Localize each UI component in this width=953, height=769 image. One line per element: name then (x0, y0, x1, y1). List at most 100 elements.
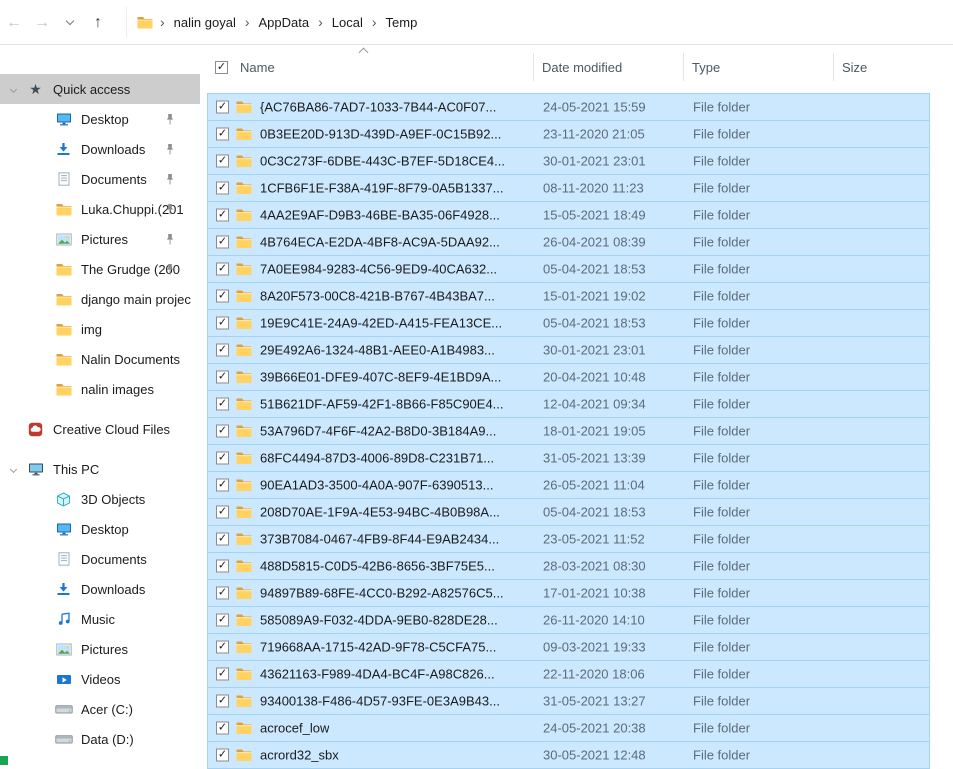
file-type: File folder (693, 289, 750, 304)
row-checkbox[interactable]: ✓ (216, 641, 229, 654)
folder-icon (236, 506, 252, 519)
column-divider[interactable] (533, 53, 534, 81)
row-checkbox[interactable]: ✓ (216, 695, 229, 708)
sidebar-item-desktop[interactable]: Desktop (0, 514, 200, 544)
sidebar-item-django-main-projec[interactable]: django main projec (0, 284, 200, 314)
sidebar-item-luka-chuppi-201[interactable]: Luka.Chuppi.(201 (0, 194, 200, 224)
breadcrumb-item-local[interactable]: Local (330, 15, 365, 30)
file-row[interactable]: ✓208D70AE-1F9A-4E53-94BC-4B0B98A...05-04… (207, 498, 930, 526)
file-row[interactable]: ✓39B66E01-DFE9-407C-8EF9-4E1BD9A...20-04… (207, 363, 930, 391)
sidebar-item-the-grudge-200[interactable]: The Grudge (200 (0, 254, 200, 284)
file-row[interactable]: ✓719668AA-1715-42AD-9F78-C5CFA75...09-03… (207, 633, 930, 661)
row-checkbox[interactable]: ✓ (216, 101, 229, 114)
chevron-down-icon[interactable] (10, 86, 17, 93)
breadcrumb-chevron-icon[interactable]: › (365, 14, 384, 30)
breadcrumb-item-temp[interactable]: Temp (384, 15, 420, 30)
pin-icon (160, 233, 179, 246)
file-row[interactable]: ✓1CFB6F1E-F38A-419F-8F79-0A5B1337...08-1… (207, 174, 930, 202)
breadcrumb-item-nalin-goyal[interactable]: nalin goyal (172, 15, 238, 30)
sidebar-item-nalin-images[interactable]: nalin images (0, 374, 200, 404)
file-row[interactable]: ✓4B764ECA-E2DA-4BF8-AC9A-5DAA92...26-04-… (207, 228, 930, 256)
row-checkbox[interactable]: ✓ (216, 236, 229, 249)
row-checkbox[interactable]: ✓ (216, 425, 229, 438)
row-checkbox[interactable]: ✓ (216, 668, 229, 681)
file-row[interactable]: ✓acrocef_low24-05-2021 20:38File folder (207, 714, 930, 742)
chevron-down-icon[interactable] (10, 466, 17, 473)
column-divider[interactable] (833, 53, 834, 81)
row-checkbox[interactable]: ✓ (216, 749, 229, 762)
folder-icon (236, 425, 252, 438)
row-checkbox[interactable]: ✓ (216, 533, 229, 546)
forward-icon[interactable]: → (28, 0, 56, 45)
file-row[interactable]: ✓68FC4494-87D3-4006-89D8-C231B71...31-05… (207, 444, 930, 472)
row-checkbox[interactable]: ✓ (216, 317, 229, 330)
file-row[interactable]: ✓4AA2E9AF-D9B3-46BE-BA35-06F4928...15-05… (207, 201, 930, 229)
row-checkbox[interactable]: ✓ (216, 209, 229, 222)
folder-icon (236, 722, 252, 735)
row-checkbox[interactable]: ✓ (216, 344, 229, 357)
breadcrumb-chevron-icon[interactable]: › (238, 14, 257, 30)
row-checkbox[interactable]: ✓ (216, 506, 229, 519)
row-checkbox[interactable]: ✓ (216, 263, 229, 276)
row-checkbox[interactable]: ✓ (216, 722, 229, 735)
file-row[interactable]: ✓0C3C273F-6DBE-443C-B7EF-5D18CE4...30-01… (207, 147, 930, 175)
row-checkbox[interactable]: ✓ (216, 614, 229, 627)
sidebar-item-quick-access[interactable]: ★ Quick access (0, 74, 200, 104)
row-checkbox[interactable]: ✓ (216, 371, 229, 384)
file-row[interactable]: ✓90EA1AD3-3500-4A0A-907F-6390513...26-05… (207, 471, 930, 499)
row-checkbox[interactable]: ✓ (216, 587, 229, 600)
file-row[interactable]: ✓488D5815-C0D5-42B6-8656-3BF75E5...28-03… (207, 552, 930, 580)
sidebar-item-data-d[interactable]: Data (D:) (0, 724, 200, 754)
sidebar-item-creative-cloud-files[interactable]: Creative Cloud Files (0, 414, 200, 444)
sidebar-item-documents[interactable]: Documents (0, 544, 200, 574)
sidebar-item-img[interactable]: img (0, 314, 200, 344)
column-header-size[interactable]: Size (842, 60, 867, 75)
address-bar[interactable]: ›nalin goyal›AppData›Local›Temp (126, 7, 419, 37)
column-header-name[interactable]: Name (240, 60, 275, 75)
file-row[interactable]: ✓51B621DF-AF59-42F1-8B66-F85C90E4...12-0… (207, 390, 930, 418)
file-row[interactable]: ✓585089A9-F032-4DDA-9EB0-828DE28...26-11… (207, 606, 930, 634)
row-checkbox[interactable]: ✓ (216, 452, 229, 465)
file-row[interactable]: ✓0B3EE20D-913D-439D-A9EF-0C15B92...23-11… (207, 120, 930, 148)
row-checkbox[interactable]: ✓ (216, 560, 229, 573)
row-checkbox[interactable]: ✓ (216, 128, 229, 141)
file-row[interactable]: ✓7A0EE984-9283-4C56-9ED9-40CA632...05-04… (207, 255, 930, 283)
breadcrumb-item-appdata[interactable]: AppData (257, 15, 312, 30)
file-row[interactable]: ✓373B7084-0467-4FB9-8F44-E9AB2434...23-0… (207, 525, 930, 553)
back-icon[interactable]: ← (0, 0, 28, 45)
sidebar-item-3d-objects[interactable]: 3D Objects (0, 484, 200, 514)
sidebar-item-nalin-documents[interactable]: Nalin Documents (0, 344, 200, 374)
sidebar-item-pictures[interactable]: Pictures (0, 224, 200, 254)
sidebar-item-this-pc[interactable]: This PC (0, 454, 200, 484)
select-all-checkbox[interactable]: ✓ (215, 61, 228, 74)
sidebar-item-documents[interactable]: Documents (0, 164, 200, 194)
column-header-type[interactable]: Type (692, 60, 720, 75)
recent-locations-chevron-icon[interactable] (56, 0, 84, 45)
breadcrumb-chevron-icon[interactable]: › (311, 14, 330, 30)
column-header-date-modified[interactable]: Date modified (542, 60, 622, 75)
sidebar-item-music[interactable]: Music (0, 604, 200, 634)
sidebar-item-downloads[interactable]: Downloads (0, 134, 200, 164)
sidebar-item-videos[interactable]: Videos (0, 664, 200, 694)
file-row[interactable]: ✓43621163-F989-4DA4-BC4F-A98C826...22-11… (207, 660, 930, 688)
up-icon[interactable]: ↑ (84, 0, 112, 45)
file-row[interactable]: ✓93400138-F486-4D57-93FE-0E3A9B43...31-0… (207, 687, 930, 715)
file-row[interactable]: ✓8A20F573-00C8-421B-B767-4B43BA7...15-01… (207, 282, 930, 310)
column-divider[interactable] (683, 53, 684, 81)
row-checkbox[interactable]: ✓ (216, 290, 229, 303)
sidebar-item-desktop[interactable]: Desktop (0, 104, 200, 134)
file-row[interactable]: ✓{AC76BA86-7AD7-1033-7B44-AC0F07...24-05… (207, 93, 930, 121)
row-checkbox[interactable]: ✓ (216, 398, 229, 411)
row-checkbox[interactable]: ✓ (216, 479, 229, 492)
file-row[interactable]: ✓29E492A6-1324-48B1-AEE0-A1B4983...30-01… (207, 336, 930, 364)
row-checkbox[interactable]: ✓ (216, 182, 229, 195)
file-row[interactable]: ✓53A796D7-4F6F-42A2-B8D0-3B184A9...18-01… (207, 417, 930, 445)
sidebar-item-downloads[interactable]: Downloads (0, 574, 200, 604)
breadcrumb-chevron-icon[interactable]: › (153, 14, 172, 30)
sidebar-item-acer-c[interactable]: Acer (C:) (0, 694, 200, 724)
row-checkbox[interactable]: ✓ (216, 155, 229, 168)
file-row[interactable]: ✓94897B89-68FE-4CC0-B292-A82576C5...17-0… (207, 579, 930, 607)
file-type: File folder (693, 343, 750, 358)
sidebar-item-pictures[interactable]: Pictures (0, 634, 200, 664)
file-row[interactable]: ✓19E9C41E-24A9-42ED-A415-FEA13CE...05-04… (207, 309, 930, 337)
